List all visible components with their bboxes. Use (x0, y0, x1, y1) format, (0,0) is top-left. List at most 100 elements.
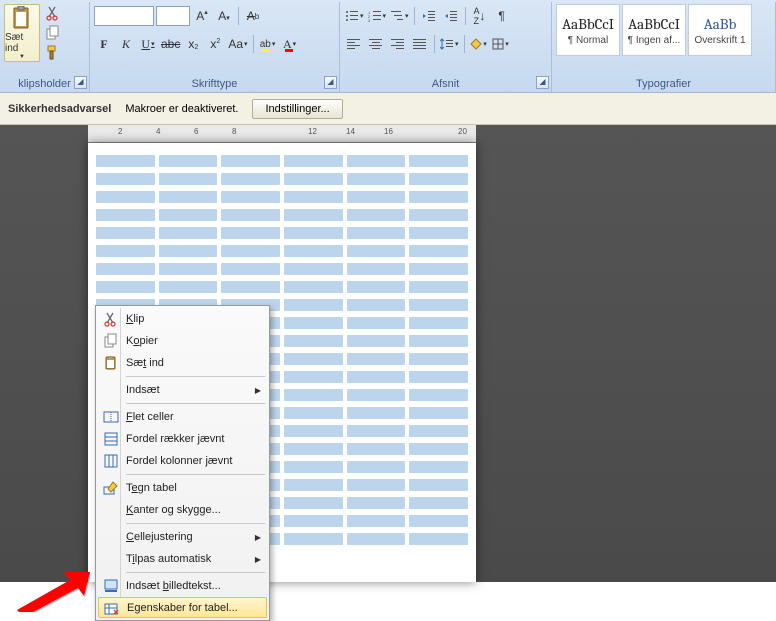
table-cell[interactable] (221, 263, 280, 275)
table-cell[interactable] (347, 497, 406, 509)
table-row[interactable] (94, 155, 470, 173)
table-cell[interactable] (347, 461, 406, 473)
security-options-button[interactable]: Indstillinger... (252, 99, 342, 119)
table-cell[interactable] (347, 155, 406, 167)
menu-cell-align[interactable]: Cellejustering▶ (98, 526, 267, 548)
highlight-button[interactable]: ab▾ (258, 34, 278, 54)
show-marks-button[interactable]: ¶ (492, 6, 512, 26)
table-cell[interactable] (284, 353, 343, 365)
table-cell[interactable] (347, 263, 406, 275)
clear-format-button[interactable]: Ab (243, 6, 263, 26)
table-cell[interactable] (221, 245, 280, 257)
table-cell[interactable] (347, 335, 406, 347)
table-cell[interactable] (347, 407, 406, 419)
menu-draw-table[interactable]: Tegn tabel (98, 477, 267, 499)
increase-indent-button[interactable] (441, 6, 461, 26)
table-cell[interactable] (347, 191, 406, 203)
font-color-button[interactable]: A▾ (280, 34, 300, 54)
decrease-indent-button[interactable] (419, 6, 439, 26)
subscript-button[interactable]: x2 (183, 34, 203, 54)
table-cell[interactable] (284, 173, 343, 185)
table-cell[interactable] (284, 407, 343, 419)
table-cell[interactable] (409, 443, 468, 455)
table-cell[interactable] (347, 173, 406, 185)
line-spacing-button[interactable]: ▾ (439, 34, 460, 54)
table-cell[interactable] (96, 191, 155, 203)
table-cell[interactable] (347, 479, 406, 491)
align-right-button[interactable] (388, 34, 408, 54)
font-face-combo[interactable] (94, 6, 154, 26)
table-cell[interactable] (409, 281, 468, 293)
table-cell[interactable] (409, 317, 468, 329)
grow-font-button[interactable]: A▴ (192, 6, 212, 26)
align-left-button[interactable] (344, 34, 364, 54)
table-row[interactable] (94, 173, 470, 191)
table-cell[interactable] (221, 281, 280, 293)
table-cell[interactable] (221, 227, 280, 239)
table-cell[interactable] (284, 515, 343, 527)
table-cell[interactable] (159, 173, 218, 185)
table-cell[interactable] (347, 533, 406, 545)
table-cell[interactable] (159, 155, 218, 167)
table-cell[interactable] (347, 353, 406, 365)
menu-distribute-rows[interactable]: Fordel rækker jævnt (98, 428, 267, 450)
copy-button[interactable] (42, 24, 64, 42)
paste-button[interactable]: Sæt ind ▼ (4, 4, 40, 62)
menu-merge-cells[interactable]: Flet celler (98, 406, 267, 428)
sort-button[interactable]: AZ↓ (470, 6, 490, 26)
table-cell[interactable] (284, 479, 343, 491)
menu-autofit[interactable]: Tilpas automatisk▶ (98, 548, 267, 570)
menu-borders-shading[interactable]: Kanter og skygge... (98, 499, 267, 521)
borders-button[interactable]: ▾ (491, 34, 511, 54)
cut-button[interactable] (42, 4, 64, 22)
align-center-button[interactable] (366, 34, 386, 54)
table-cell[interactable] (159, 209, 218, 221)
table-cell[interactable] (96, 263, 155, 275)
table-cell[interactable] (284, 155, 343, 167)
horizontal-ruler[interactable]: 2 4 6 8 12 14 16 20 (88, 125, 476, 143)
table-cell[interactable] (284, 317, 343, 329)
table-cell[interactable] (159, 263, 218, 275)
bullets-button[interactable]: ▾ (344, 6, 365, 26)
dialog-launcher-icon[interactable]: ◢ (324, 76, 337, 89)
table-cell[interactable] (284, 245, 343, 257)
change-case-button[interactable]: Aa▾ (227, 34, 248, 54)
table-cell[interactable] (347, 209, 406, 221)
strike-button[interactable]: abc (160, 34, 181, 54)
table-cell[interactable] (409, 479, 468, 491)
shrink-font-button[interactable]: A▾ (214, 6, 234, 26)
table-cell[interactable] (409, 425, 468, 437)
table-cell[interactable] (284, 533, 343, 545)
table-cell[interactable] (221, 173, 280, 185)
table-cell[interactable] (409, 299, 468, 311)
table-row[interactable] (94, 263, 470, 281)
table-cell[interactable] (159, 227, 218, 239)
table-cell[interactable] (409, 371, 468, 383)
dialog-launcher-icon[interactable]: ◢ (536, 76, 549, 89)
table-cell[interactable] (409, 389, 468, 401)
table-cell[interactable] (347, 371, 406, 383)
numbering-button[interactable]: 123▾ (367, 6, 388, 26)
style-no-spacing[interactable]: AaBbCcI¶ Ingen af... (622, 4, 686, 56)
menu-table-properties[interactable]: Egenskaber for tabel... (98, 597, 267, 618)
table-cell[interactable] (409, 245, 468, 257)
table-cell[interactable] (284, 263, 343, 275)
table-cell[interactable] (221, 155, 280, 167)
table-row[interactable] (94, 209, 470, 227)
table-cell[interactable] (284, 209, 343, 221)
table-cell[interactable] (284, 191, 343, 203)
table-cell[interactable] (284, 281, 343, 293)
table-row[interactable] (94, 227, 470, 245)
table-cell[interactable] (159, 281, 218, 293)
table-cell[interactable] (409, 407, 468, 419)
table-cell[interactable] (96, 227, 155, 239)
table-cell[interactable] (409, 209, 468, 221)
table-cell[interactable] (409, 353, 468, 365)
table-cell[interactable] (284, 371, 343, 383)
menu-insert[interactable]: Indsæt▶ (98, 379, 267, 401)
table-cell[interactable] (96, 155, 155, 167)
table-cell[interactable] (347, 299, 406, 311)
table-row[interactable] (94, 191, 470, 209)
style-normal[interactable]: AaBbCcI¶ Normal (556, 4, 620, 56)
table-cell[interactable] (347, 389, 406, 401)
